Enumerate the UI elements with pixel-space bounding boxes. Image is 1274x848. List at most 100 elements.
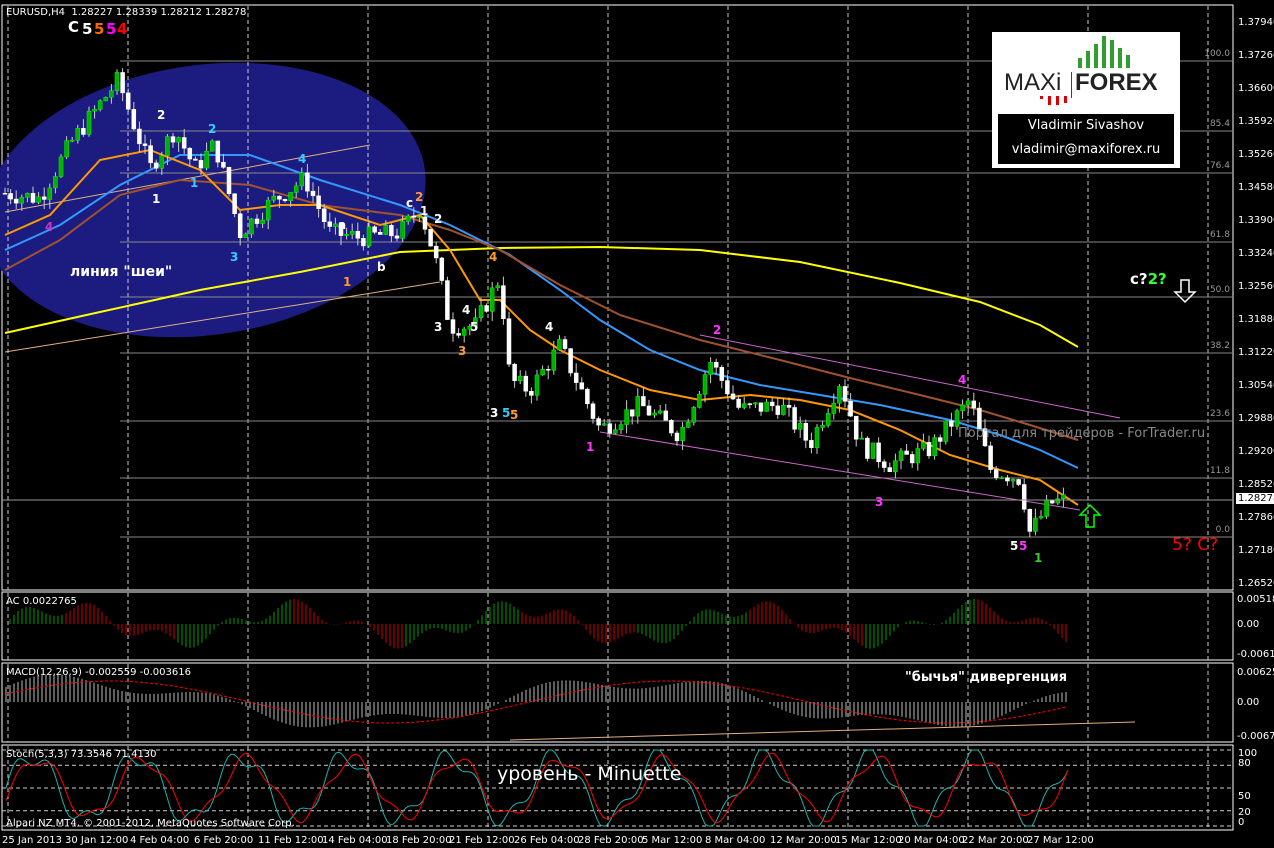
- candle: [41, 196, 47, 200]
- candle: [663, 410, 669, 421]
- ac-histogram: [9, 598, 1067, 649]
- candle: [495, 285, 501, 289]
- candle: [960, 404, 965, 412]
- candle: [596, 418, 601, 426]
- time-tick: 30 Jan 12:00: [65, 835, 129, 846]
- candle: [652, 412, 657, 416]
- candle: [814, 427, 820, 448]
- head-shoulders-ellipse: [0, 62, 426, 338]
- wave-label: 1: [420, 204, 429, 218]
- candle: [893, 460, 898, 472]
- fib-level-label: 85.4: [1209, 119, 1230, 129]
- time-tick: 14 Feb 04:00: [322, 835, 388, 846]
- candle: [333, 223, 338, 227]
- wave-label: 1: [343, 275, 352, 289]
- macd-axis-zero: 0.00: [1237, 697, 1260, 708]
- candle: [92, 108, 97, 112]
- macd-signal-line: [5, 680, 1067, 724]
- candle: [1021, 484, 1027, 510]
- price-tick: 1.35920: [1238, 116, 1274, 127]
- candle: [1061, 494, 1066, 500]
- candle: [691, 407, 697, 423]
- wave-label: 5: [82, 20, 93, 38]
- candle: [19, 197, 25, 204]
- candle: [64, 140, 69, 158]
- fib-level-label: 0.0: [1215, 525, 1230, 535]
- candle: [2, 192, 8, 195]
- candle: [501, 285, 506, 319]
- price-tick: 1.33900: [1238, 215, 1274, 226]
- candle: [125, 92, 131, 110]
- candle: [450, 319, 456, 334]
- candle: [1005, 477, 1010, 482]
- candle: [265, 199, 271, 221]
- price-tick: 1.28520: [1238, 479, 1274, 490]
- candle: [159, 155, 165, 169]
- stoch-axis-0: 0: [1238, 817, 1245, 828]
- candle: [921, 442, 926, 449]
- macd-label: MACD(12,26,9) -0.002559 -0.003616: [6, 667, 191, 678]
- candle: [461, 328, 467, 336]
- candle: [674, 432, 680, 442]
- candle: [529, 390, 534, 396]
- candle: [870, 442, 876, 459]
- candle: [680, 427, 685, 442]
- candle: [898, 450, 904, 461]
- candle: [937, 437, 943, 442]
- candle: [260, 219, 265, 224]
- candle: [53, 176, 58, 189]
- fib-level-label: 23.6: [1209, 409, 1230, 419]
- logo-bars-icon: MAXi FOREX: [1004, 36, 1158, 105]
- candle: [81, 128, 86, 135]
- candle: [932, 437, 937, 457]
- candle: [165, 136, 170, 156]
- candle: [568, 348, 573, 374]
- candle: [764, 401, 769, 412]
- candle: [624, 409, 629, 425]
- wave-label: 5: [470, 320, 479, 334]
- wave-label: 5: [106, 20, 117, 38]
- stoch-label: Stoch(5,3,3) 73.3546 71.4130: [6, 749, 157, 760]
- macd-axis-min: -0.006738: [1237, 731, 1274, 742]
- chart-header: EURUSD,H4 1.28227 1.28339 1.28212 1.2827…: [6, 7, 247, 18]
- candle: [97, 100, 103, 110]
- candle: [590, 403, 596, 419]
- candle: [204, 150, 209, 169]
- time-tick: 12 Mar 20:00: [770, 835, 837, 846]
- ac-axis-min: -0.006122: [1237, 649, 1274, 660]
- candle: [69, 139, 75, 142]
- candle: [859, 437, 865, 440]
- svg-text:MAXi: MAXi: [1004, 69, 1061, 96]
- candle: [58, 156, 64, 177]
- candle: [86, 110, 92, 135]
- candle: [1010, 479, 1016, 482]
- wave-label: 3: [230, 250, 239, 264]
- candle: [646, 405, 652, 416]
- candle: [372, 226, 377, 233]
- wave-label: 5: [1010, 539, 1019, 553]
- candle: [405, 215, 411, 222]
- wave-label: 1: [1034, 551, 1043, 565]
- fib-level-label: 38.2: [1209, 341, 1230, 351]
- candle: [428, 229, 433, 247]
- time-tick: 27 Mar 12:00: [1027, 835, 1094, 846]
- wave-label: 4: [545, 320, 554, 334]
- candle: [971, 400, 977, 409]
- candle: [445, 280, 450, 320]
- wave-label: 1: [190, 176, 199, 190]
- fib-level-label: 100.0: [1204, 49, 1230, 59]
- price-tick: 1.34580: [1238, 182, 1274, 193]
- time-tick: 22 Mar 20:00: [962, 835, 1029, 846]
- wave-label: 4: [117, 20, 128, 38]
- candle: [383, 225, 389, 235]
- candle: [355, 231, 361, 239]
- candle: [725, 380, 730, 395]
- candle: [8, 193, 13, 200]
- time-tick: 21 Feb 12:00: [449, 835, 515, 846]
- candle: [792, 407, 797, 430]
- candle: [803, 423, 809, 441]
- wave-label: 3: [875, 495, 884, 509]
- price-tick: 1.35260: [1238, 149, 1274, 160]
- candle: [1016, 479, 1021, 485]
- candle: [534, 374, 540, 396]
